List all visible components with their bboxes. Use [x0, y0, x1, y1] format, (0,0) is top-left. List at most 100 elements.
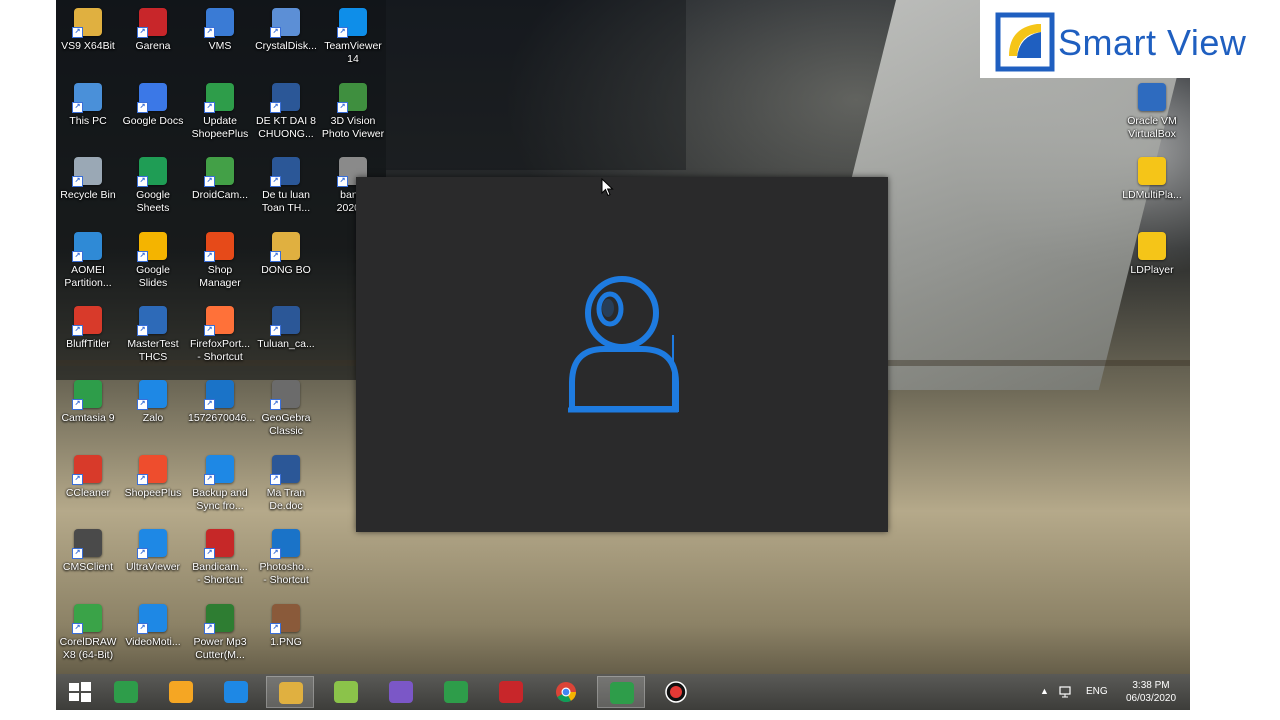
smart-view-logo-icon	[995, 12, 1055, 72]
desktop-icon[interactable]: ↗ 1572670046...	[188, 376, 256, 425]
desktop-icon[interactable]: ↗ Camtasia 9	[56, 376, 120, 425]
shopeeplus-icon: ↗	[137, 455, 167, 485]
desktop-icon-label: Shop Manager	[199, 264, 241, 289]
desktop-icon[interactable]: ↗ DE KT DAI 8 CHUONG...	[254, 79, 318, 141]
blufftitler-icon: ↗	[72, 306, 102, 336]
taskbar-ie[interactable]	[212, 676, 260, 708]
desktop-icon[interactable]: ↗ VideoMoti...	[121, 600, 185, 649]
desktop-icon[interactable]: ↗ Google Docs	[121, 79, 185, 128]
desktop-icon[interactable]: ↗ MasterTest THCS	[121, 302, 185, 364]
camtasia-icon: ↗	[72, 380, 102, 410]
photoshop-icon: ↗	[270, 529, 300, 559]
shortcut-arrow-icon: ↗	[72, 251, 83, 262]
desktop-icon[interactable]: ↗ VS9 X64Bit	[56, 4, 120, 53]
taskbar-record[interactable]	[652, 676, 700, 708]
shortcut-arrow-icon: ↗	[204, 27, 215, 38]
desktop-icon[interactable]: ↗ Photosho... - Shortcut	[254, 525, 318, 587]
shortcut-arrow-icon: ↗	[72, 176, 83, 187]
desktop-icon[interactable]: ↗ TeamViewer 14	[321, 4, 385, 66]
show-hidden-icons-button[interactable]: ▲	[1040, 686, 1049, 710]
internet-explorer-icon	[224, 681, 248, 703]
shortcut-arrow-icon: ↗	[137, 102, 148, 113]
geogebra-icon: ↗	[270, 380, 300, 410]
desktop-icon[interactable]: LDMultiPla...	[1120, 153, 1184, 202]
google-docs-icon: ↗	[137, 83, 167, 113]
taskbar-store[interactable]	[432, 676, 480, 708]
taskbar-explorer[interactable]	[266, 676, 314, 708]
shortcut-arrow-icon: ↗	[337, 27, 348, 38]
taskbar-camtasia[interactable]	[597, 676, 645, 708]
green-circle-icon	[334, 681, 358, 703]
desktop-icon[interactable]: ↗ 3D Vision Photo Viewer	[321, 79, 385, 141]
videomotion-icon: ↗	[137, 604, 167, 634]
clock[interactable]: 3:38 PM 06/03/2020	[1116, 679, 1186, 710]
desktop-icon[interactable]: ↗ GeoGebra Classic	[254, 376, 318, 438]
language-indicator[interactable]: ENG	[1086, 686, 1108, 710]
desktop-icon[interactable]: ↗ Zalo	[121, 376, 185, 425]
desktop-icon[interactable]: ↗ DroidCam...	[188, 153, 252, 202]
taskbar-app-6[interactable]	[322, 676, 370, 708]
shortcut-arrow-icon: ↗	[204, 102, 215, 113]
desktop-icon[interactable]: ↗ This PC	[56, 79, 120, 128]
desktop-icon[interactable]: ↗ DONG BO	[254, 228, 318, 277]
taskbar-garena[interactable]	[487, 676, 535, 708]
desktop-icon-label: AOMEI Partition...	[64, 264, 112, 289]
desktop-icon[interactable]: ↗ Backup and Sync fro...	[188, 451, 252, 513]
desktop-icon-label: Camtasia 9	[61, 412, 115, 424]
desktop-icon[interactable]: ↗ BluffTitler	[56, 302, 120, 351]
desktop-icon[interactable]: ↗ Update ShopeePlus	[188, 79, 252, 141]
desktop-icon[interactable]: ↗ FirefoxPort... - Shortcut	[188, 302, 252, 364]
desktop-icon[interactable]: ↗ Tuluan_ca...	[254, 302, 318, 351]
desktop-icon[interactable]: ↗ CrystalDisk...	[254, 4, 318, 53]
shortcut-arrow-icon: ↗	[204, 623, 215, 634]
desktop-icon[interactable]: ↗ Recycle Bin	[56, 153, 120, 202]
shortcut-arrow-icon: ↗	[72, 27, 83, 38]
windows-store-icon	[444, 681, 468, 703]
desktop-icon[interactable]: ↗ 1.PNG	[254, 600, 318, 649]
shortcut-arrow-icon: ↗	[137, 548, 148, 559]
desktop-icon[interactable]: ↗ VMS	[188, 4, 252, 53]
shortcut-arrow-icon: ↗	[137, 27, 148, 38]
desktop-icon[interactable]: ↗ CCleaner	[56, 451, 120, 500]
desktop-icon[interactable]: ↗ CMSClient	[56, 525, 120, 574]
shortcut-arrow-icon: ↗	[204, 399, 215, 410]
desktop-icon[interactable]: ↗ De tu luan Toan TH...	[254, 153, 318, 215]
desktop-icon[interactable]: ↗ ShopeePlus	[121, 451, 185, 500]
shortcut-arrow-icon: ↗	[137, 399, 148, 410]
desktop-icon-label: Google Docs	[122, 115, 184, 127]
webcam-user-icon	[568, 276, 679, 413]
shortcut-arrow-icon: ↗	[270, 251, 281, 262]
taskbar-chrome[interactable]	[542, 676, 590, 708]
mp3-cutter-icon: ↗	[204, 604, 234, 634]
desktop-icon[interactable]: ↗ Bandicam... - Shortcut	[188, 525, 252, 587]
droidcam-icon: ↗	[204, 157, 234, 187]
desktop-icon[interactable]: ↗ UltraViewer	[121, 525, 185, 574]
taskbar-app-1[interactable]	[102, 676, 150, 708]
vms-icon: ↗	[204, 8, 234, 38]
desktop-icon[interactable]: LDPlayer	[1120, 228, 1184, 277]
taskbar-app-2[interactable]	[157, 676, 205, 708]
taskbar-visual-studio[interactable]	[377, 676, 425, 708]
clock-time: 3:38 PM	[1132, 680, 1170, 691]
desktop-icon[interactable]: ↗ Shop Manager	[188, 228, 252, 290]
backup-sync-icon: ↗	[204, 455, 234, 485]
desktop-icon[interactable]: ↗ Ma Tran De.doc	[254, 451, 318, 513]
desktop-icon[interactable]: ↗ Garena	[121, 4, 185, 53]
desktop-icon-label: Google Slides	[136, 264, 170, 289]
desktop-icon[interactable]: ↗ AOMEI Partition...	[56, 228, 120, 290]
network-icon[interactable]	[1058, 684, 1074, 700]
shortcut-arrow-icon: ↗	[72, 548, 83, 559]
desktop-icon[interactable]: Oracle VM VirtualBox	[1120, 79, 1184, 141]
desktop-icon[interactable]: ↗ Power Mp3 Cutter(M...	[188, 600, 252, 662]
mastertest-icon: ↗	[137, 306, 167, 336]
desktop-icon[interactable]: ↗ CorelDRAW X8 (64-Bit)	[56, 600, 120, 662]
start-button[interactable]	[56, 676, 104, 708]
desktop-icon[interactable]: ↗ Google Slides	[121, 228, 185, 290]
folder-icon: ↗	[270, 232, 300, 262]
shortcut-arrow-icon: ↗	[137, 623, 148, 634]
desktop-icon-label: 1572670046...	[188, 412, 256, 424]
ccleaner-icon: ↗	[72, 455, 102, 485]
desktop-icon[interactable]: ↗ Google Sheets	[121, 153, 185, 215]
shortcut-arrow-icon: ↗	[72, 474, 83, 485]
wallpaper-books	[386, 0, 686, 170]
